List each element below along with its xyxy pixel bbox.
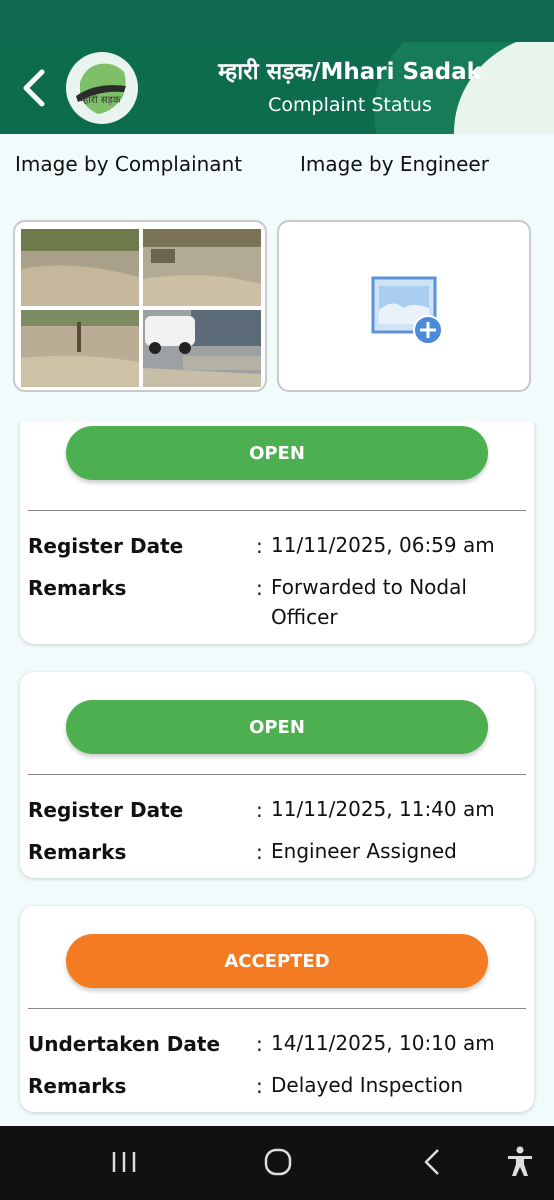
date-value: 11/11/2025, 06:59 am: [271, 533, 495, 557]
colon: :: [256, 576, 263, 600]
logo-text: म्हारी सड़क: [80, 95, 121, 106]
remarks-value: Forwarded to Nodal Officer: [271, 575, 467, 629]
remarks-value: Delayed Inspection: [271, 1073, 464, 1097]
colon: :: [256, 534, 263, 558]
engineer-image-label: Image by Engineer: [300, 152, 489, 176]
recents-icon[interactable]: [106, 1144, 142, 1180]
chevron-left-icon: [23, 69, 45, 107]
remarks-label: Remarks: [28, 1074, 127, 1098]
complainant-image-card[interactable]: [13, 220, 267, 392]
status-bar: [0, 0, 554, 42]
date-label: Register Date: [28, 798, 184, 822]
remarks-value: Engineer Assigned: [271, 839, 457, 863]
colon: :: [256, 840, 263, 864]
complainant-photo[interactable]: [143, 310, 261, 387]
status-badge: ACCEPTED: [66, 934, 488, 988]
date-label: Register Date: [28, 534, 184, 558]
page-title: Complaint Status: [268, 94, 432, 116]
app-logo: म्हारी सड़क: [66, 52, 138, 124]
app-title: म्हारी सड़क/Mhari Sadak: [218, 59, 482, 85]
remarks-label: Remarks: [28, 576, 127, 600]
remarks-label: Remarks: [28, 840, 127, 864]
status-history-list[interactable]: OPEN Register Date : 11/11/2025, 06:59 a…: [0, 422, 554, 1126]
engineer-image-card[interactable]: [277, 220, 531, 392]
status-card: ACCEPTED Undertaken Date : 14/11/2025, 1…: [20, 906, 534, 1112]
status-card: OPEN Register Date : 11/11/2025, 06:59 a…: [20, 422, 534, 644]
divider: [28, 1008, 526, 1009]
divider: [28, 774, 526, 775]
colon: :: [256, 1074, 263, 1098]
date-label: Undertaken Date: [28, 1032, 221, 1056]
complainant-photo[interactable]: [21, 229, 139, 306]
colon: :: [256, 1032, 263, 1056]
system-nav-bar: [0, 1126, 554, 1200]
divider: [28, 510, 526, 511]
complainant-photo[interactable]: [21, 310, 139, 387]
app-header: म्हारी सड़क म्हारी सड़क/Mhari Sadak Comp…: [0, 42, 554, 134]
status-badge: OPEN: [66, 700, 488, 754]
back-icon[interactable]: [416, 1144, 452, 1180]
accessibility-icon[interactable]: [502, 1144, 538, 1180]
colon: :: [256, 798, 263, 822]
date-value: 14/11/2025, 10:10 am: [271, 1031, 495, 1055]
date-value: 11/11/2025, 11:40 am: [271, 797, 495, 821]
back-button[interactable]: [18, 66, 52, 110]
status-badge: OPEN: [66, 426, 488, 480]
add-image-icon[interactable]: [369, 274, 447, 346]
home-icon[interactable]: [260, 1144, 296, 1180]
complainant-image-label: Image by Complainant: [15, 152, 243, 176]
status-card: OPEN Register Date : 11/11/2025, 11:40 a…: [20, 672, 534, 878]
complainant-photo[interactable]: [143, 229, 261, 306]
